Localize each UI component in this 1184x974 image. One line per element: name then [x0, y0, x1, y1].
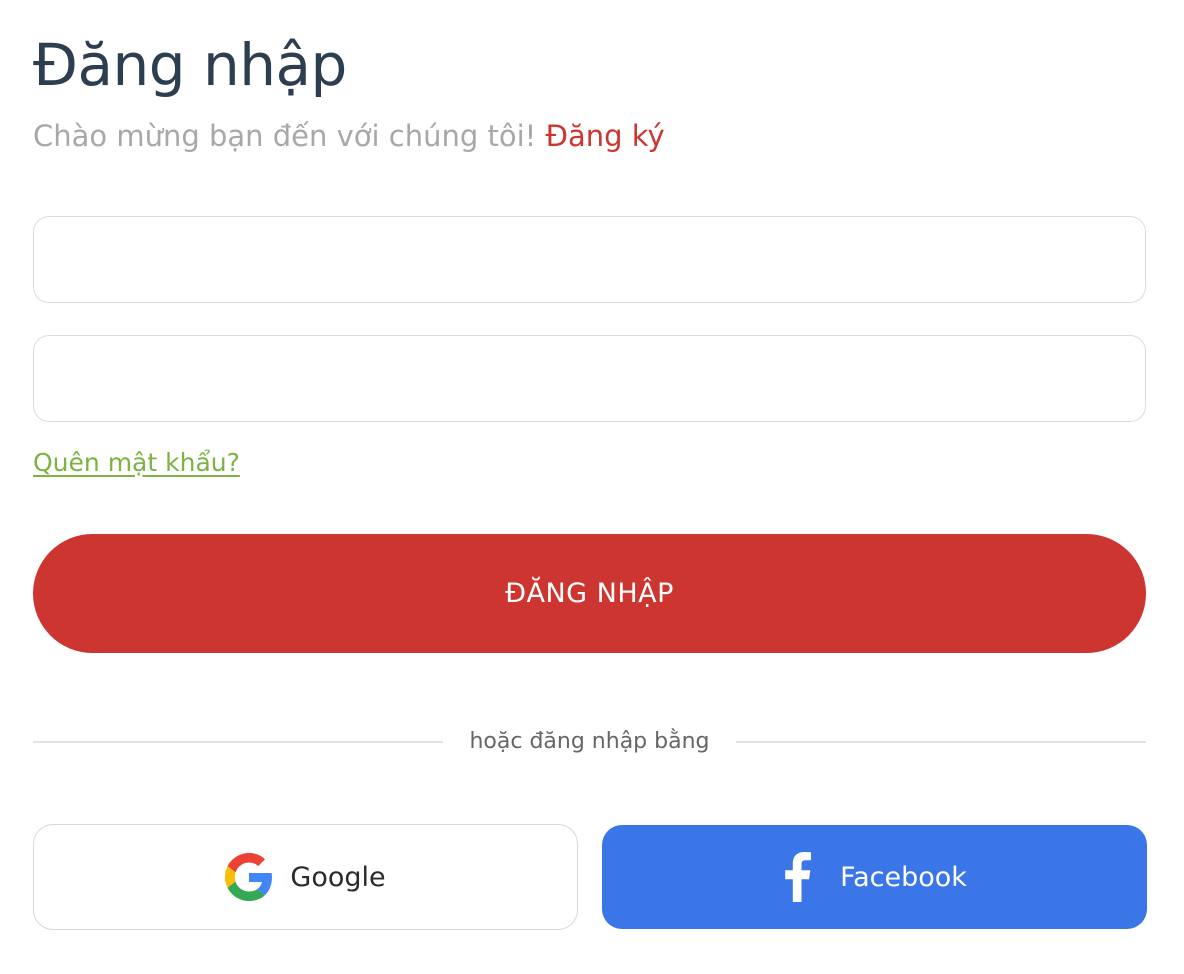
- divider: hoặc đăng nhập bằng: [33, 722, 1146, 762]
- divider-line-right: [736, 741, 1146, 743]
- signup-link[interactable]: Đăng ký: [546, 119, 665, 153]
- facebook-icon: [782, 852, 812, 902]
- welcome-text: Chào mừng bạn đến với chúng tôi! Đăng ký: [33, 116, 665, 156]
- welcome-message: Chào mừng bạn đến với chúng tôi!: [33, 119, 537, 153]
- google-login-button[interactable]: Google: [33, 824, 578, 930]
- password-field[interactable]: [33, 335, 1146, 422]
- facebook-login-button[interactable]: Facebook: [602, 825, 1147, 929]
- google-icon: [225, 853, 273, 901]
- login-button[interactable]: ĐĂNG NHẬP: [33, 534, 1146, 653]
- username-field[interactable]: [33, 216, 1146, 303]
- page-title: Đăng nhập: [33, 31, 347, 99]
- facebook-label: Facebook: [840, 861, 967, 893]
- forgot-password-link[interactable]: Quên mật khẩu?: [33, 445, 240, 481]
- google-label: Google: [290, 861, 386, 893]
